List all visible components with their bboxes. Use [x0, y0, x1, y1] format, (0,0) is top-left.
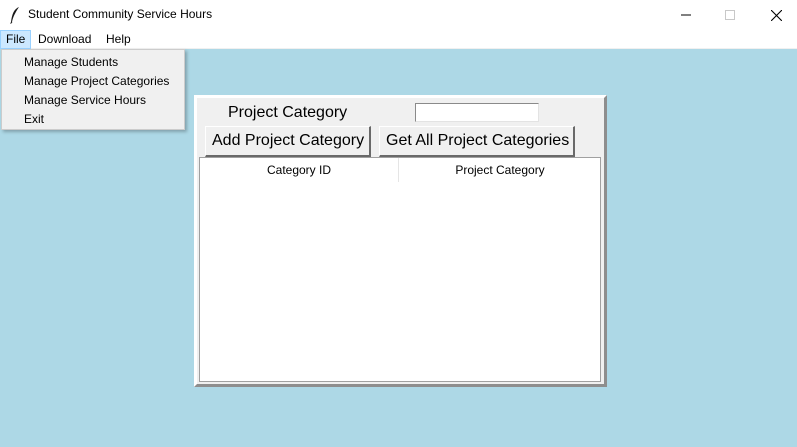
add-project-category-button[interactable]: Add Project Category	[205, 126, 371, 157]
close-icon	[770, 9, 782, 21]
categories-table[interactable]: Category ID Project Category	[199, 157, 601, 382]
maximize-icon	[725, 10, 735, 20]
get-all-project-categories-button[interactable]: Get All Project Categories	[379, 126, 575, 157]
table-header: Category ID Project Category	[200, 158, 600, 182]
minimize-button[interactable]	[663, 0, 709, 30]
maximize-button[interactable]	[707, 0, 753, 30]
menu-item-manage-project-categories[interactable]: Manage Project Categories	[24, 74, 169, 88]
column-header-category-id[interactable]: Category ID	[200, 158, 399, 182]
menu-item-manage-students[interactable]: Manage Students	[24, 55, 118, 69]
file-menu-dropdown: Manage Students Manage Project Categorie…	[1, 49, 185, 130]
column-header-project-category[interactable]: Project Category	[400, 158, 600, 182]
menu-download[interactable]: Download	[33, 30, 96, 49]
close-button[interactable]	[753, 0, 797, 30]
menu-file[interactable]: File	[0, 30, 32, 49]
menu-item-manage-service-hours[interactable]: Manage Service Hours	[24, 93, 146, 107]
project-category-panel: Project Category Add Project Category Ge…	[194, 95, 607, 387]
title-bar: Student Community Service Hours	[0, 0, 797, 30]
menu-help[interactable]: Help	[101, 30, 136, 49]
minimize-icon	[681, 14, 691, 16]
menu-bar: File Download Help	[0, 30, 797, 49]
feather-icon	[10, 7, 19, 24]
window-title: Student Community Service Hours	[28, 7, 213, 21]
project-category-input[interactable]	[415, 103, 539, 122]
project-category-label: Project Category	[228, 104, 348, 121]
menu-item-exit[interactable]: Exit	[24, 112, 44, 126]
